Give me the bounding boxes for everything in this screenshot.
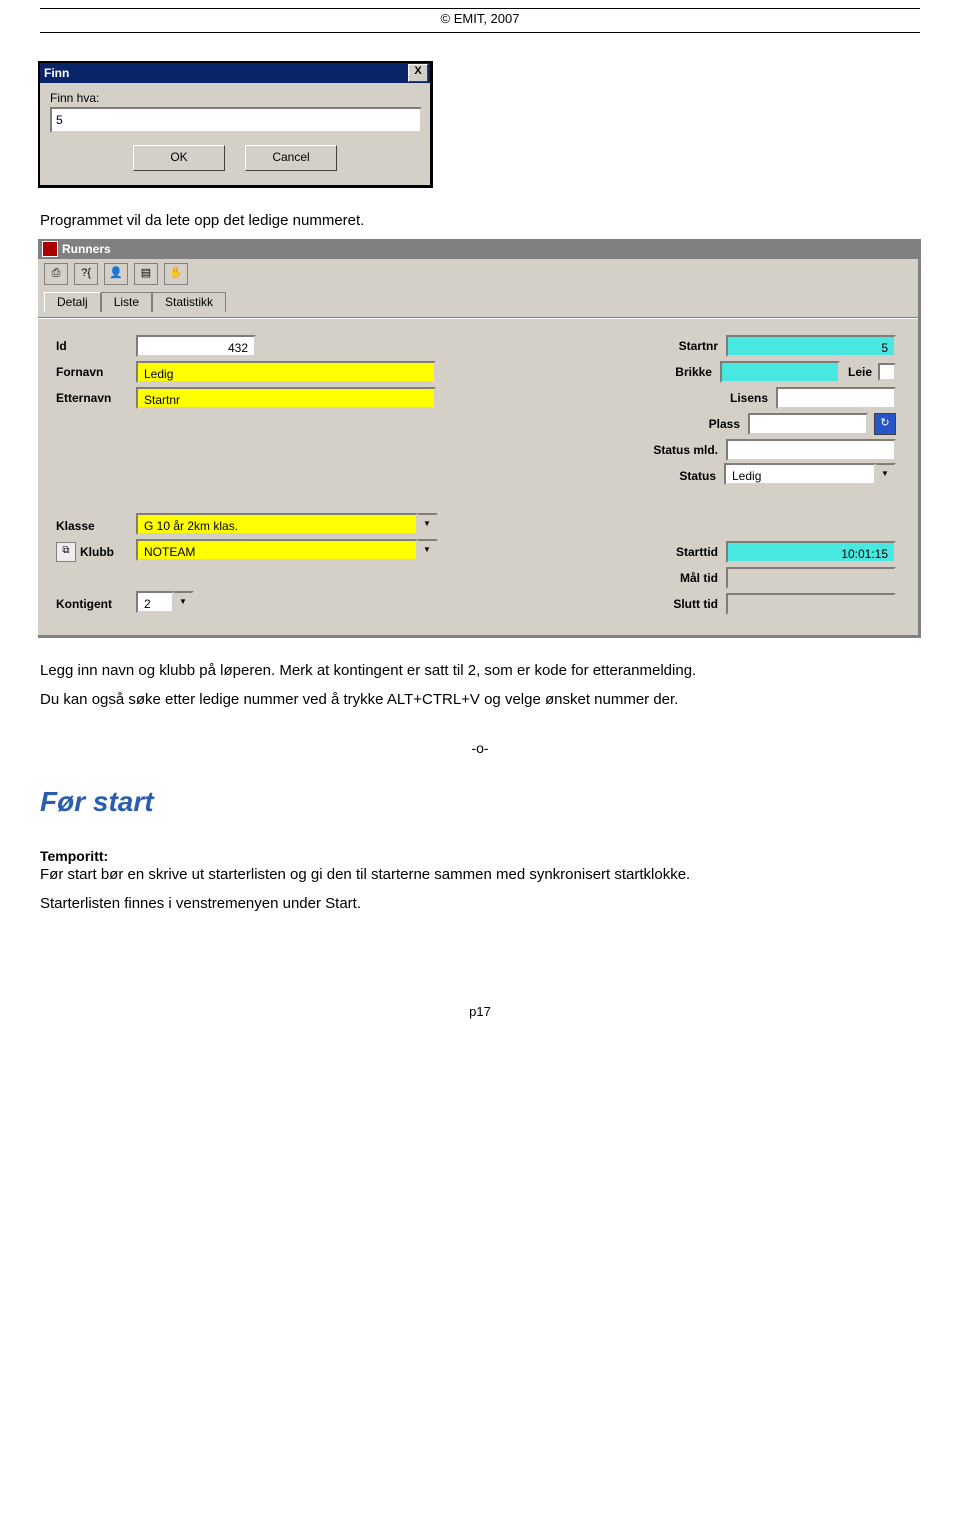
close-icon[interactable]: X (408, 64, 428, 82)
label-maltid: Mål tid (628, 571, 726, 585)
dropdown-klubb-value: NOTEAM (136, 539, 418, 561)
toolbar-hand-icon[interactable]: ✋ (164, 263, 188, 285)
paragraph-1: Programmet vil da lete opp det ledige nu… (40, 210, 920, 231)
separator: -o- (40, 740, 920, 756)
section-heading: Før start (40, 786, 920, 818)
tab-detalj[interactable]: Detalj (44, 292, 101, 312)
label-leie: Leie (848, 365, 872, 379)
chevron-down-icon[interactable]: ▼ (418, 539, 438, 565)
label-startnr: Startnr (628, 339, 726, 353)
dropdown-klasse-value: G 10 år 2km klas. (136, 513, 418, 535)
field-startnr[interactable]: 5 (726, 335, 896, 357)
field-fornavn[interactable]: Ledig (136, 361, 436, 383)
label-status: Status (626, 469, 724, 483)
paragraph-2: Legg inn navn og klubb på løperen. Merk … (40, 660, 920, 681)
finn-input[interactable]: 5 (50, 107, 422, 133)
window-icon (42, 241, 58, 257)
field-statusmld[interactable] (726, 439, 896, 461)
page-number: p17 (40, 1004, 920, 1019)
field-slutttid[interactable] (726, 593, 896, 615)
dropdown-status[interactable]: Ledig ▼ (724, 463, 896, 489)
runners-window: Runners ⎙ ?{ 👤 ▤ ✋ Detalj Liste Statisti… (38, 239, 921, 638)
refresh-icon[interactable]: ↻ (874, 413, 896, 435)
toolbar-sheet-icon[interactable]: ▤ (134, 263, 158, 285)
label-plass: Plass (650, 417, 748, 431)
label-fornavn: Fornavn (56, 365, 136, 379)
field-plass[interactable] (748, 413, 868, 435)
field-etternavn[interactable]: Startnr (136, 387, 436, 409)
field-brikke[interactable] (720, 361, 840, 383)
field-maltid[interactable] (726, 567, 896, 589)
field-starttid[interactable]: 10:01:15 (726, 541, 896, 563)
runners-title: Runners (62, 242, 111, 256)
dropdown-klasse[interactable]: G 10 år 2km klas. ▼ (136, 513, 438, 539)
paragraph-4: Før start bør en skrive ut starterlisten… (40, 864, 920, 885)
dropdown-klubb[interactable]: NOTEAM ▼ (136, 539, 438, 565)
dropdown-kontigent[interactable]: 2 ▼ (136, 591, 194, 617)
field-id[interactable]: 432 (136, 335, 256, 357)
tab-liste[interactable]: Liste (101, 292, 152, 312)
label-etternavn: Etternavn (56, 391, 136, 405)
chevron-down-icon[interactable]: ▼ (418, 513, 438, 539)
klubb-icon[interactable]: ⧉ (56, 542, 76, 562)
chevron-down-icon[interactable]: ▼ (174, 591, 194, 617)
label-lisens: Lisens (678, 391, 776, 405)
cancel-button[interactable]: Cancel (245, 145, 337, 171)
dialog-title: Finn (44, 66, 69, 80)
label-starttid: Starttid (628, 545, 726, 559)
label-klubb: Klubb (80, 545, 136, 559)
chevron-down-icon[interactable]: ▼ (876, 463, 896, 489)
toolbar-person-icon[interactable]: 👤 (104, 263, 128, 285)
label-slutttid: Slutt tid (628, 597, 726, 611)
paragraph-3: Du kan også søke etter ledige nummer ved… (40, 689, 920, 710)
subheading-temporitt: Temporitt: (40, 848, 920, 864)
header-copyright: © EMIT, 2007 (40, 9, 920, 32)
label-kontigent: Kontigent (56, 597, 136, 611)
finn-label: Finn hva: (50, 91, 420, 105)
field-lisens[interactable] (776, 387, 896, 409)
label-brikke: Brikke (622, 365, 720, 379)
tab-statistikk[interactable]: Statistikk (152, 292, 226, 312)
finn-dialog: Finn X Finn hva: 5 OK Cancel (38, 61, 433, 188)
label-id: Id (56, 339, 136, 353)
label-statusmld: Status mld. (628, 443, 726, 457)
paragraph-5: Starterlisten finnes i venstremenyen und… (40, 893, 920, 914)
label-klasse: Klasse (56, 519, 136, 533)
dropdown-kontigent-value: 2 (136, 591, 174, 613)
ok-button[interactable]: OK (133, 145, 225, 171)
toolbar-query-icon[interactable]: ?{ (74, 263, 98, 285)
checkbox-leie[interactable] (878, 363, 896, 381)
toolbar-print-icon[interactable]: ⎙ (44, 263, 68, 285)
dropdown-status-value: Ledig (724, 463, 876, 485)
